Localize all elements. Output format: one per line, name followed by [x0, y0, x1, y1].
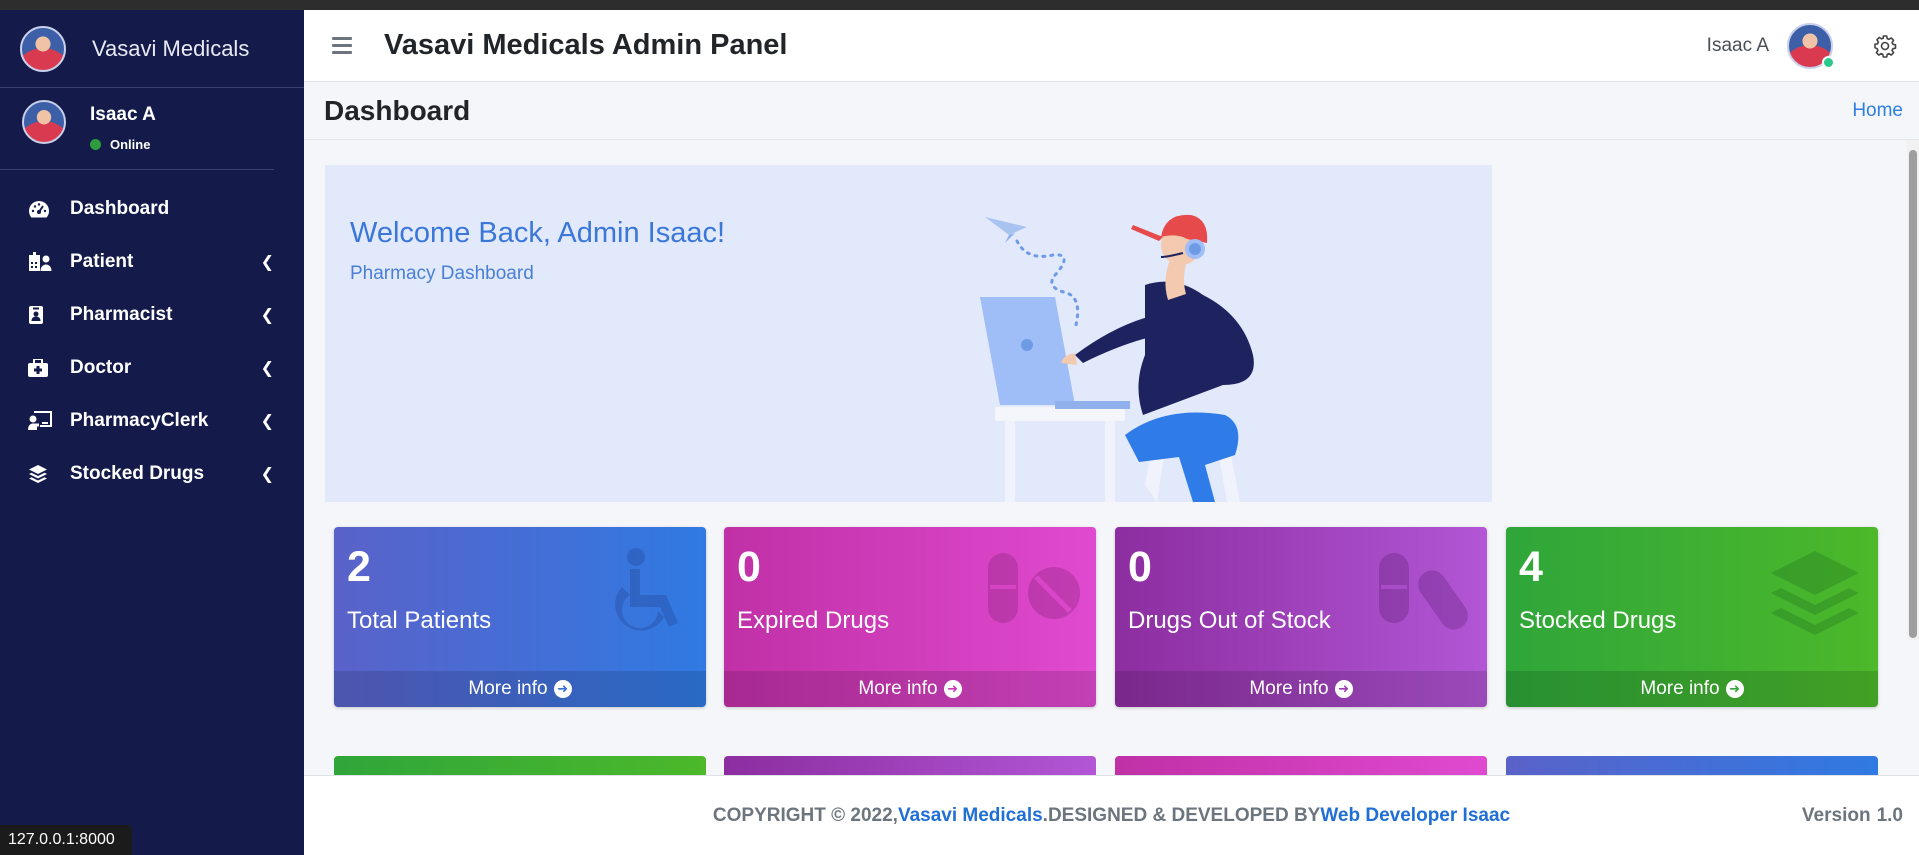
- stat-card-stocked-drugs: 4 Stocked Drugs More info ➜: [1506, 527, 1878, 707]
- stat-label: Total Patients: [347, 607, 492, 634]
- person-at-laptop-illustration: [980, 214, 1254, 502]
- online-indicator-icon: [1822, 56, 1835, 69]
- user-status: Online: [90, 137, 156, 152]
- version-label: Version: [1801, 805, 1871, 826]
- browser-status-url: 127.0.0.1:8000: [0, 825, 132, 855]
- navbar-user-name[interactable]: Isaac A: [1707, 35, 1769, 57]
- brand-link[interactable]: Vasavi Medicals: [0, 10, 304, 88]
- chalkboard-teacher-icon: [28, 410, 56, 432]
- footer: COPYRIGHT © 2022, Vasavi Medicals .DESIGN…: [304, 775, 1919, 855]
- footer-middle: .DESIGNED & DEVELOPED BY: [1042, 804, 1321, 826]
- navbar-user-area: Isaac A: [1707, 10, 1919, 82]
- footer-developer-link[interactable]: Web Developer Isaac: [1320, 805, 1510, 827]
- navbar-avatar[interactable]: [1787, 23, 1835, 69]
- arrow-circle-right-icon: ➜: [1725, 680, 1744, 698]
- welcome-banner: Welcome Back, Admin Isaac! Pharmacy Dash…: [325, 165, 1492, 502]
- gear-icon[interactable]: [1873, 34, 1897, 58]
- arrow-circle-right-icon: ➜: [1334, 680, 1353, 698]
- page-title: Dashboard: [324, 94, 471, 126]
- more-info-link[interactable]: More info ➜: [334, 671, 706, 707]
- more-info-label: More info: [1249, 678, 1329, 699]
- layer-stack-icon: [28, 463, 56, 485]
- main-content: Vasavi Medicals Admin Panel Isaac A Dash…: [304, 10, 1919, 855]
- stat-card-expired-drugs: 0 Expired Drugs More info ➜: [724, 527, 1096, 707]
- online-dot-icon: [90, 139, 101, 150]
- scrollbar-thumb[interactable]: [1909, 150, 1917, 638]
- version-info: Version 1.0: [1802, 776, 1903, 855]
- welcome-subheading: Pharmacy Dashboard: [350, 263, 534, 284]
- user-status-label: Online: [110, 137, 151, 152]
- capsules-icon: [1379, 553, 1468, 630]
- sidebar-item-pharmacyclerk[interactable]: PharmacyClerk ❮: [0, 394, 304, 447]
- stat-value: 0: [1128, 543, 1152, 591]
- chevron-left-icon: ❮: [260, 253, 274, 271]
- version-value: 1.0: [1876, 805, 1903, 826]
- id-badge-icon: [28, 304, 56, 326]
- brand-logo: [20, 25, 66, 72]
- more-info-label: More info: [468, 678, 548, 699]
- content-header: Dashboard Home: [304, 82, 1919, 140]
- arrow-circle-right-icon: ➜: [553, 680, 572, 698]
- avatar: [22, 100, 66, 144]
- sidebar-item-stocked-drugs[interactable]: Stocked Drugs ❮: [0, 447, 304, 500]
- chevron-left-icon: ❮: [260, 412, 274, 430]
- sidebar-item-label: Patient: [70, 250, 134, 272]
- footer-brand-link[interactable]: Vasavi Medicals: [898, 805, 1043, 827]
- chevron-left-icon: ❮: [260, 306, 274, 324]
- more-info-label: More info: [1640, 678, 1720, 699]
- more-info-link[interactable]: More info ➜: [1115, 671, 1487, 707]
- footer-prefix: COPYRIGHT © 2022,: [712, 804, 898, 826]
- first-aid-kit-icon: [28, 357, 56, 379]
- sidebar-item-label: Doctor: [70, 356, 132, 378]
- arrow-circle-right-icon: ➜: [943, 680, 962, 698]
- brand-text: Vasavi Medicals: [92, 35, 250, 61]
- sidebar-item-pharmacist[interactable]: Pharmacist ❮: [0, 288, 304, 341]
- stat-value: 0: [737, 543, 761, 591]
- stat-label: Drugs Out of Stock: [1128, 607, 1331, 634]
- sidebar-item-dashboard[interactable]: Dashboard: [0, 182, 304, 235]
- tachometer-icon: [28, 198, 56, 220]
- stat-label: Expired Drugs: [737, 607, 890, 634]
- pills-icon: [988, 553, 1080, 623]
- menu-toggle-icon[interactable]: [332, 37, 352, 54]
- app-title: Vasavi Medicals Admin Panel: [384, 29, 788, 61]
- welcome-heading: Welcome Back, Admin Isaac!: [350, 217, 726, 249]
- sidebar-item-patient[interactable]: Patient ❮: [0, 235, 304, 288]
- sidebar-item-doctor[interactable]: Doctor ❮: [0, 341, 304, 394]
- more-info-label: More info: [858, 678, 938, 699]
- breadcrumb-home[interactable]: Home: [1852, 100, 1903, 122]
- stat-value: 4: [1519, 543, 1543, 591]
- wheelchair-icon: [615, 548, 678, 631]
- stat-card-total-patients: 2 Total Patients More info ➜: [334, 527, 706, 707]
- stat-card-drugs-out-of-stock: 0 Drugs Out of Stock More info ➜: [1115, 527, 1487, 707]
- sidebar-item-label: Pharmacist: [70, 303, 173, 325]
- sidebar-nav: Dashboard Patient ❮ Pharmacist ❮ Doctor …: [0, 182, 304, 500]
- user-panel: Isaac A Online: [0, 88, 274, 170]
- top-navbar: Vasavi Medicals Admin Panel: [304, 10, 1919, 82]
- layer-stack-icon: [1771, 551, 1859, 635]
- stat-label: Stocked Drugs: [1519, 607, 1677, 634]
- more-info-link[interactable]: More info ➜: [1506, 671, 1878, 707]
- sidebar-item-label: Dashboard: [70, 197, 170, 219]
- sidebar-item-label: Stocked Drugs: [70, 462, 205, 484]
- user-name[interactable]: Isaac A: [90, 104, 156, 126]
- sidebar: Vasavi Medicals Isaac A Online Dashboard…: [0, 10, 304, 855]
- hospital-user-icon: [28, 251, 56, 273]
- browser-top-strip: [0, 0, 1919, 10]
- page-scrollbar[interactable]: [1907, 140, 1919, 640]
- chevron-left-icon: ❮: [260, 465, 274, 483]
- sidebar-item-label: PharmacyClerk: [70, 409, 209, 431]
- stat-value: 2: [347, 543, 371, 591]
- more-info-link[interactable]: More info ➜: [724, 671, 1096, 707]
- chevron-left-icon: ❮: [260, 359, 274, 377]
